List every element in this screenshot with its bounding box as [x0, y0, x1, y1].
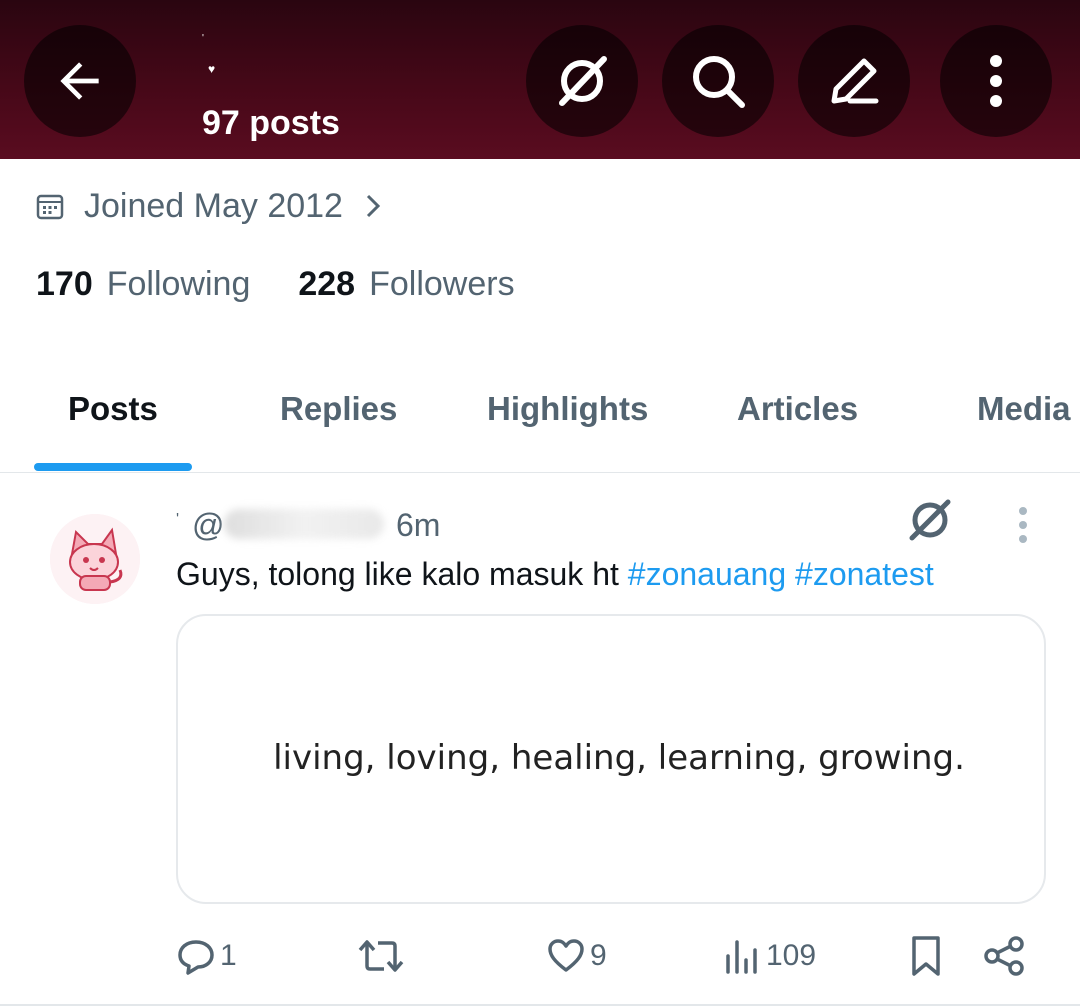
divider [0, 1004, 1080, 1006]
repost-button[interactable] [356, 932, 410, 980]
reply-icon [178, 940, 214, 975]
repost-icon [358, 940, 404, 972]
search-icon [693, 56, 745, 108]
post-time[interactable]: 6m [396, 507, 440, 544]
back-button[interactable] [24, 25, 136, 137]
like-count: 9 [590, 939, 607, 972]
more-vertical-icon [1019, 507, 1027, 543]
follow-stats: 170 Following 228 Followers [36, 264, 515, 304]
reply-count: 1 [220, 939, 237, 972]
views-count: 109 [766, 939, 817, 972]
author-name[interactable]: ' [176, 511, 179, 529]
post-body: Guys, tolong like kalo masuk ht [176, 556, 628, 592]
post-more-button[interactable] [1010, 505, 1036, 550]
views-button[interactable]: 109 [722, 932, 816, 980]
followers-count[interactable]: 228 [298, 265, 355, 304]
posts-count: 97 posts [202, 104, 340, 142]
grok-icon [559, 56, 607, 106]
tab-media[interactable]: Media [977, 389, 1071, 429]
post-grok-button[interactable] [904, 494, 956, 551]
search-button[interactable] [662, 25, 774, 137]
cat-avatar-icon [50, 514, 140, 604]
tab-replies[interactable]: Replies [280, 389, 397, 429]
grok-icon [909, 499, 951, 541]
avatar[interactable] [50, 514, 140, 604]
joined-label: Joined May 2012 [84, 186, 343, 225]
compose-icon [831, 58, 879, 104]
media-image-text: living, loving, healing, learning, growi… [273, 738, 965, 778]
calendar-icon [36, 194, 64, 220]
hashtag-link[interactable]: #zonauang [628, 556, 786, 592]
following-label[interactable]: Following [107, 265, 251, 304]
redacted-handle [224, 509, 384, 539]
like-button[interactable]: 9 [546, 932, 607, 980]
hashtag-link[interactable]: #zonatest [795, 556, 934, 592]
profile-header: ' ♥ 97 posts [0, 0, 1080, 159]
following-count[interactable]: 170 [36, 265, 93, 304]
views-chart-icon [726, 940, 757, 974]
bookmark-icon [912, 936, 940, 976]
followers-label[interactable]: Followers [369, 265, 514, 304]
active-tab-indicator [34, 463, 192, 471]
tab-articles[interactable]: Articles [737, 389, 858, 429]
heart-icon [548, 939, 584, 972]
author-handle[interactable]: @ [192, 507, 224, 544]
post-media[interactable]: living, loving, healing, learning, growi… [176, 614, 1046, 904]
tab-highlights[interactable]: Highlights [487, 389, 648, 429]
chevron-right-icon [366, 194, 381, 218]
reply-button[interactable]: 1 [176, 932, 237, 980]
bookmark-button[interactable] [906, 932, 946, 980]
joined-date[interactable]: Joined May 2012 [36, 186, 381, 226]
back-arrow-icon [60, 62, 99, 100]
tab-posts[interactable]: Posts [68, 389, 158, 429]
post-text: Guys, tolong like kalo masuk ht #zonauan… [176, 554, 934, 594]
divider [0, 472, 1080, 473]
share-icon [984, 936, 1024, 976]
more-options-button[interactable] [940, 25, 1052, 137]
compose-button[interactable] [798, 25, 910, 137]
share-button[interactable] [982, 932, 1026, 980]
more-vertical-icon [990, 55, 1002, 107]
grok-button[interactable] [526, 25, 638, 137]
